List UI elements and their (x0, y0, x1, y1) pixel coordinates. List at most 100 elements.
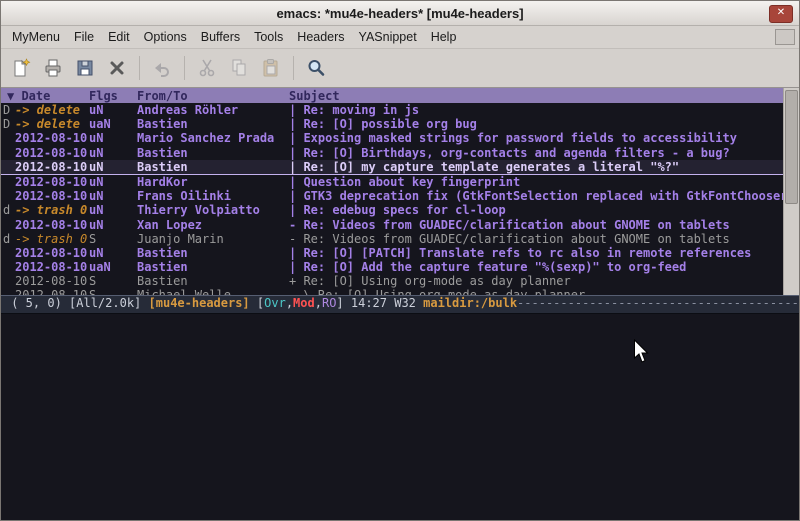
window-title: emacs: *mu4e-headers* [mu4e-headers] (1, 6, 799, 21)
tool-bar (1, 49, 799, 88)
row-from: Bastien (137, 260, 289, 274)
menu-item-options[interactable]: Options (137, 27, 194, 47)
row-mark (1, 146, 15, 160)
message-row[interactable]: 2012-08-10SMichael Welle \ Re: [O] Using… (1, 288, 783, 294)
scrollbar-thumb[interactable] (785, 90, 798, 204)
row-flags: S (89, 274, 137, 288)
column-header-flags[interactable]: Flgs (89, 89, 137, 103)
message-row[interactable]: d-> trash 0SJuanjo Marin- Re: Videos fro… (1, 232, 783, 246)
modeline-segment: [ (257, 296, 264, 313)
row-flags: S (89, 232, 137, 246)
menu-item-buffers[interactable]: Buffers (194, 27, 247, 47)
modeline-segment: , (315, 296, 322, 313)
row-flags: uaN (89, 260, 137, 274)
undo-icon[interactable] (147, 53, 177, 83)
row-flags: uN (89, 131, 137, 145)
message-row[interactable]: D-> deleteuaNBastien| Re: [O] possible o… (1, 117, 783, 131)
row-mark (1, 160, 15, 174)
message-row[interactable]: 2012-08-10SBastien+ Re: [O] Using org-mo… (1, 274, 783, 288)
modeline-segment: , (286, 296, 293, 313)
save-icon[interactable] (70, 53, 100, 83)
copy-icon[interactable] (224, 53, 254, 83)
message-row[interactable]: d-> trash 0uNThierry Volpiatto| Re: edeb… (1, 203, 783, 217)
row-mark (1, 288, 15, 294)
row-flags: uN (89, 246, 137, 260)
row-mark (1, 218, 15, 232)
message-row[interactable]: 2012-08-10uNBastien| Re: [O] Birthdays, … (1, 146, 783, 160)
print-icon[interactable] (38, 53, 68, 83)
row-mark (1, 260, 15, 274)
row-mark: d (1, 203, 15, 217)
new-file-icon[interactable] (6, 53, 36, 83)
row-mark (1, 189, 15, 203)
close-buffer-icon[interactable] (102, 53, 132, 83)
emacs-window: emacs: *mu4e-headers* [mu4e-headers] ✕ M… (0, 0, 800, 521)
cut-icon[interactable] (192, 53, 222, 83)
message-row[interactable]: 2012-08-10uNFrans Oilinki| GTK3 deprecat… (1, 189, 783, 203)
row-flags: uN (89, 218, 137, 232)
row-subject: | Re: moving in js (289, 103, 783, 117)
modeline-segment: [All/2.0k] (69, 296, 148, 313)
row-mark (1, 175, 15, 189)
message-row[interactable]: 2012-08-10uaNBastien| Re: [O] Add the ca… (1, 260, 783, 274)
message-row[interactable]: 2012-08-10uNBastien| Re: [O] my capture … (1, 160, 783, 175)
row-date: -> trash 0 (15, 232, 89, 246)
row-from: Mario Sanchez Prada (137, 131, 289, 145)
paste-icon[interactable] (256, 53, 286, 83)
menu-item-edit[interactable]: Edit (101, 27, 137, 47)
row-subject: | Re: [O] Birthdays, org-contacts and ag… (289, 146, 783, 160)
row-date: 2012-08-10 (15, 189, 89, 203)
column-header-from[interactable]: From/To (137, 89, 289, 103)
row-mark: D (1, 117, 15, 131)
row-subject: | Re: [O] possible org bug (289, 117, 783, 131)
toolbar-separator (184, 56, 185, 80)
menubar-corner-box[interactable] (775, 29, 795, 45)
row-date: 2012-08-10 (15, 260, 89, 274)
menu-item-headers[interactable]: Headers (290, 27, 351, 47)
column-header-date[interactable]: ▼ Date (1, 89, 89, 103)
modeline-segment: Ovr (264, 296, 286, 313)
mu4e-headers-buffer: ▼ Date Flgs From/To Subject D-> deleteuN… (1, 88, 783, 295)
row-from: Bastien (137, 160, 289, 174)
message-row[interactable]: D-> deleteuNAndreas Röhler| Re: moving i… (1, 103, 783, 117)
row-date: -> delete (15, 117, 89, 131)
menu-item-mymenu[interactable]: MyMenu (5, 27, 67, 47)
menu-item-help[interactable]: Help (424, 27, 464, 47)
row-flags: S (89, 288, 137, 294)
row-mark (1, 274, 15, 288)
column-header-subject[interactable]: Subject (289, 89, 783, 103)
message-row[interactable]: 2012-08-10uNHardKor| Question about key … (1, 175, 783, 189)
row-from: Frans Oilinki (137, 189, 289, 203)
menu-item-yasnippet[interactable]: YASnippet (352, 27, 424, 47)
row-mark (1, 246, 15, 260)
row-mark: D (1, 103, 15, 117)
modeline-segment: ] (336, 296, 350, 313)
minibuffer[interactable] (1, 314, 799, 521)
title-bar[interactable]: emacs: *mu4e-headers* [mu4e-headers] ✕ (1, 1, 799, 26)
row-subject: - Re: Videos from GUADEC/clarification a… (289, 232, 783, 246)
message-list: D-> deleteuNAndreas Röhler| Re: moving i… (1, 103, 783, 295)
row-date: 2012-08-10 (15, 175, 89, 189)
row-from: Bastien (137, 246, 289, 260)
message-row[interactable]: 2012-08-10uNBastien| Re: [O] [PATCH] Tra… (1, 246, 783, 260)
row-mark (1, 131, 15, 145)
close-button[interactable]: ✕ (769, 5, 793, 23)
message-row[interactable]: 2012-08-10uNXan Lopez- Re: Videos from G… (1, 218, 783, 232)
row-subject: | Re: [O] [PATCH] Translate refs to rc a… (289, 246, 783, 260)
modeline-segment: 14:27 W32 (351, 296, 423, 313)
row-from: Thierry Volpiatto (137, 203, 289, 217)
header-line: ▼ Date Flgs From/To Subject (1, 88, 783, 103)
menu-item-tools[interactable]: Tools (247, 27, 290, 47)
message-row[interactable]: 2012-08-10uNMario Sanchez Prada| Exposin… (1, 131, 783, 145)
row-date: 2012-08-10 (15, 146, 89, 160)
scrollbar[interactable] (783, 88, 799, 295)
search-icon[interactable] (301, 53, 331, 83)
row-date: 2012-08-10 (15, 288, 89, 294)
menu-item-file[interactable]: File (67, 27, 101, 47)
row-from: Bastien (137, 117, 289, 131)
buffer-area: ▼ Date Flgs From/To Subject D-> deleteuN… (1, 88, 799, 295)
menu-bar: MyMenuFileEditOptionsBuffersToolsHeaders… (1, 26, 799, 49)
row-subject: | Question about key fingerprint (289, 175, 783, 189)
row-flags: uN (89, 103, 137, 117)
modeline-segment: Mod (293, 296, 315, 313)
